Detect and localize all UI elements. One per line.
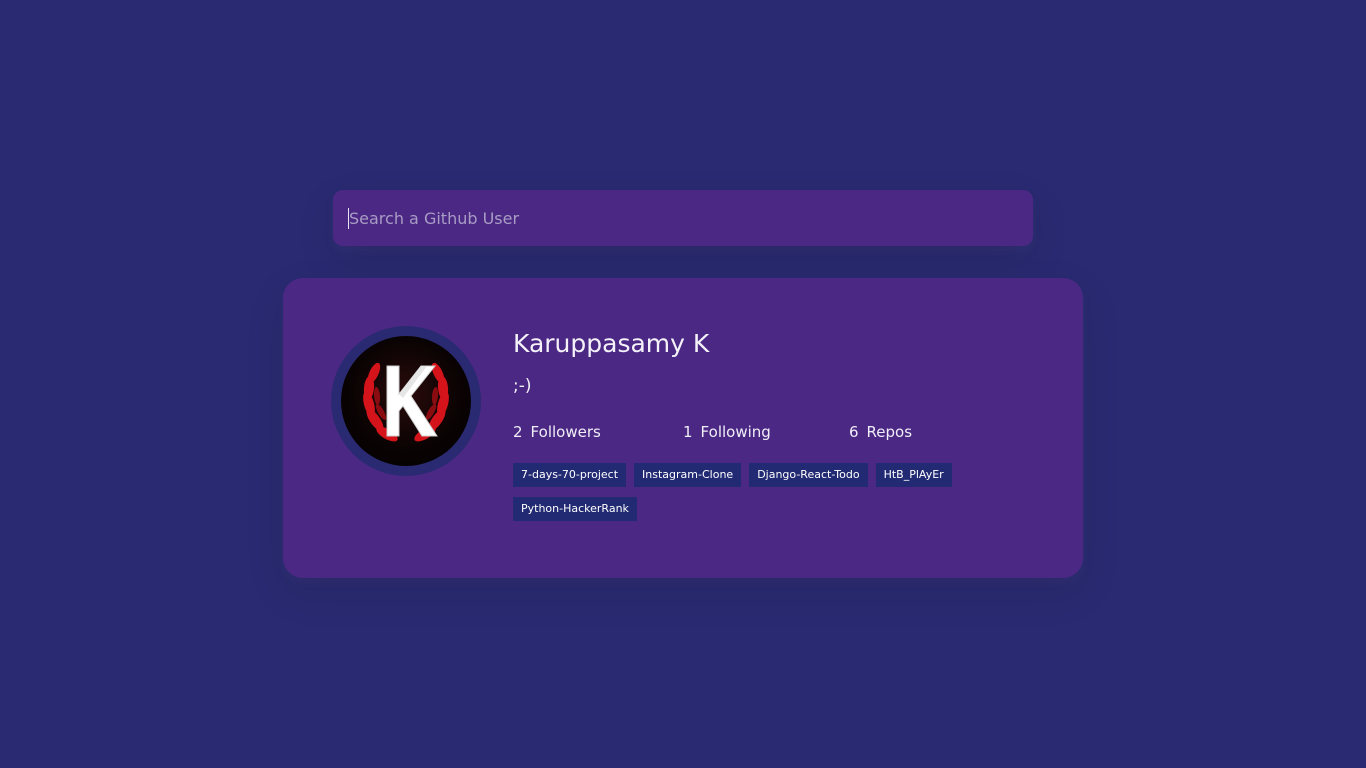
k-emblem-avatar-icon: [341, 336, 471, 466]
app-root: Karuppasamy K ;-) 2 Followers 1 Following …: [0, 0, 1366, 768]
repo-link[interactable]: 7-days-70-project: [513, 463, 627, 487]
repo-link[interactable]: HtB_PlAyEr: [875, 463, 952, 487]
user-bio: ;-): [513, 376, 532, 396]
search-form: [333, 190, 1033, 246]
profile-card: Karuppasamy K ;-) 2 Followers 1 Following …: [283, 278, 1083, 578]
search-input[interactable]: [333, 190, 1033, 246]
followers-count: 2: [513, 423, 523, 441]
stat-repos: 6 Repos: [849, 420, 912, 444]
repo-link[interactable]: Instagram-Clone: [634, 463, 742, 487]
user-name: Karuppasamy K: [513, 329, 710, 358]
text-cursor: [348, 208, 349, 229]
repos-label: Repos: [866, 423, 913, 441]
following-label: Following: [700, 423, 771, 441]
stat-followers: 2 Followers: [513, 420, 601, 444]
avatar-ring: [331, 326, 481, 476]
repo-list: 7-days-70-project Instagram-Clone Django…: [513, 463, 993, 521]
stat-following: 1 Following: [683, 420, 771, 444]
followers-label: Followers: [530, 423, 601, 441]
repos-count: 6: [849, 423, 859, 441]
user-info: Karuppasamy K ;-) 2 Followers 1 Following …: [513, 326, 1043, 521]
repo-link[interactable]: Python-HackerRank: [513, 497, 637, 521]
user-stats: 2 Followers 1 Following 6 Repos: [513, 420, 1043, 444]
repo-link[interactable]: Django-React-Todo: [749, 463, 868, 487]
following-count: 1: [683, 423, 693, 441]
